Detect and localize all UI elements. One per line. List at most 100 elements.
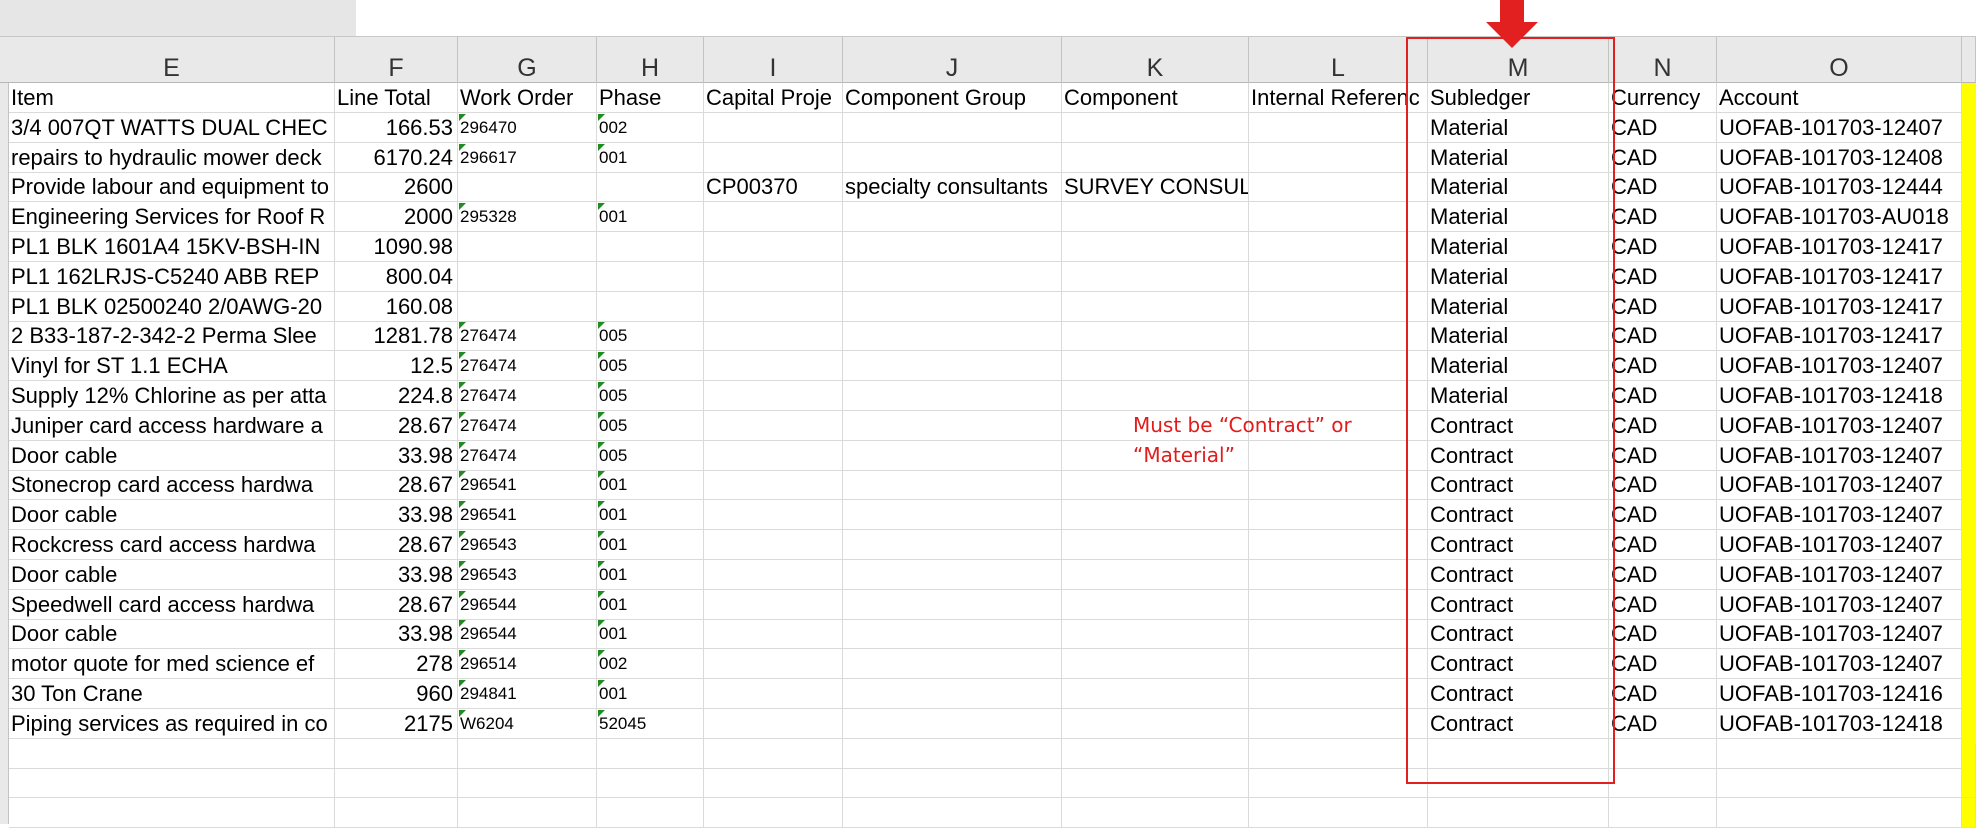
cell-acct[interactable]: UOFAB-101703-12417 — [1717, 232, 1962, 261]
cell-cur[interactable]: CAD — [1609, 559, 1717, 589]
cell-item[interactable]: Provide labour and equipment to — [9, 172, 335, 202]
cell-comp[interactable] — [1062, 708, 1249, 738]
cell-comp[interactable] — [1062, 351, 1249, 381]
cell-cur[interactable]: CAD — [1609, 142, 1717, 172]
column-header-e[interactable]: E — [9, 37, 335, 83]
cell-item[interactable]: Door cable — [9, 559, 335, 589]
cell-phase[interactable] — [597, 768, 704, 798]
cell-wo[interactable]: 294841 — [458, 679, 597, 708]
cell-item[interactable] — [9, 768, 335, 798]
cell-acct[interactable]: UOFAB-101703-12407 — [1717, 112, 1962, 142]
cell-cgroup[interactable] — [843, 679, 1062, 708]
header-cell-cgroup[interactable]: Component Group — [843, 83, 1062, 112]
cell-ref[interactable] — [1249, 619, 1428, 649]
cell-total[interactable]: 28.67 — [335, 589, 458, 619]
cell-item[interactable]: 30 Ton Crane — [9, 679, 335, 708]
cell-comp[interactable] — [1062, 232, 1249, 261]
cell-ref[interactable] — [1249, 768, 1428, 798]
cell-acct[interactable]: UOFAB-101703-12407 — [1717, 649, 1962, 679]
cell-ref[interactable] — [1249, 381, 1428, 410]
cell-phase[interactable]: 001 — [597, 679, 704, 708]
cell-wo[interactable]: 296514 — [458, 649, 597, 679]
cell-wo[interactable]: 276474 — [458, 440, 597, 470]
cell-ref[interactable] — [1249, 202, 1428, 232]
cell-cap[interactable] — [704, 619, 843, 649]
cell-phase[interactable]: 001 — [597, 559, 704, 589]
cell-phase[interactable]: 002 — [597, 112, 704, 142]
cell-item[interactable]: repairs to hydraulic mower deck — [9, 142, 335, 172]
cell-phase[interactable]: 005 — [597, 410, 704, 440]
cell-cur[interactable] — [1609, 798, 1717, 828]
cell-wo[interactable]: 295328 — [458, 202, 597, 232]
cell-acct[interactable]: UOFAB-101703-12407 — [1717, 559, 1962, 589]
cell-phase[interactable]: 52045 — [597, 708, 704, 738]
cell-cap[interactable] — [704, 530, 843, 559]
cell-cur[interactable]: CAD — [1609, 172, 1717, 202]
cell-cap[interactable] — [704, 381, 843, 410]
cell-ref[interactable] — [1249, 112, 1428, 142]
cell-total[interactable]: 33.98 — [335, 619, 458, 649]
cell-item[interactable]: Supply 12% Chlorine as per atta — [9, 381, 335, 410]
cell-wo[interactable]: 296544 — [458, 589, 597, 619]
cell-cap[interactable] — [704, 649, 843, 679]
cell-comp[interactable] — [1062, 500, 1249, 530]
header-cell-item[interactable]: Item — [9, 83, 335, 112]
cell-wo[interactable]: W6204 — [458, 708, 597, 738]
cell-total[interactable] — [335, 798, 458, 828]
cell-ref[interactable] — [1249, 351, 1428, 381]
cell-cgroup[interactable] — [843, 232, 1062, 261]
cell-ref[interactable] — [1249, 500, 1428, 530]
cell-phase[interactable]: 005 — [597, 440, 704, 470]
column-header-k[interactable]: K — [1062, 37, 1249, 83]
cell-cgroup[interactable] — [843, 738, 1062, 768]
column-header-f[interactable]: F — [335, 37, 458, 83]
cell-cur[interactable]: CAD — [1609, 351, 1717, 381]
cell-comp[interactable] — [1062, 679, 1249, 708]
cell-comp[interactable] — [1062, 291, 1249, 321]
cell-cap[interactable] — [704, 470, 843, 500]
cell-comp[interactable] — [1062, 321, 1249, 351]
cell-phase[interactable]: 001 — [597, 470, 704, 500]
cell-cgroup[interactable] — [843, 410, 1062, 440]
cell-wo[interactable] — [458, 291, 597, 321]
cell-comp[interactable] — [1062, 381, 1249, 410]
cell-ref[interactable] — [1249, 172, 1428, 202]
cell-cur[interactable]: CAD — [1609, 381, 1717, 410]
cell-extra[interactable] — [1962, 798, 1976, 828]
cell-comp[interactable]: SURVEY CONSULTANT — [1062, 172, 1249, 202]
cell-ref[interactable] — [1249, 589, 1428, 619]
cell-phase[interactable] — [597, 291, 704, 321]
cell-wo[interactable] — [458, 172, 597, 202]
cell-cap[interactable] — [704, 798, 843, 828]
cell-comp[interactable] — [1062, 768, 1249, 798]
cell-item[interactable]: motor quote for med science ef — [9, 649, 335, 679]
cell-ref[interactable] — [1249, 679, 1428, 708]
column-header-h[interactable]: H — [597, 37, 704, 83]
cell-cgroup[interactable] — [843, 559, 1062, 589]
cell-total[interactable]: 2000 — [335, 202, 458, 232]
cell-total[interactable] — [335, 738, 458, 768]
cell-cgroup[interactable] — [843, 649, 1062, 679]
cell-total[interactable]: 160.08 — [335, 291, 458, 321]
cell-total[interactable] — [335, 768, 458, 798]
header-cell-ref[interactable]: Internal Referenc — [1249, 83, 1428, 112]
cell-comp[interactable] — [1062, 112, 1249, 142]
cell-cgroup[interactable] — [843, 261, 1062, 291]
cell-cap[interactable] — [704, 351, 843, 381]
cell-cap[interactable] — [704, 232, 843, 261]
cell-cur[interactable]: CAD — [1609, 679, 1717, 708]
cell-comp[interactable] — [1062, 559, 1249, 589]
cell-cap[interactable] — [704, 202, 843, 232]
cell-phase[interactable]: 001 — [597, 202, 704, 232]
cell-cgroup[interactable] — [843, 202, 1062, 232]
cell-total[interactable]: 1090.98 — [335, 232, 458, 261]
cell-cur[interactable]: CAD — [1609, 410, 1717, 440]
column-header-g[interactable]: G — [458, 37, 597, 83]
cell-cur[interactable]: CAD — [1609, 649, 1717, 679]
cell-cur[interactable] — [1609, 768, 1717, 798]
cell-item[interactable]: Door cable — [9, 440, 335, 470]
cell-cap[interactable] — [704, 768, 843, 798]
cell-acct[interactable]: UOFAB-101703-12418 — [1717, 708, 1962, 738]
cell-item[interactable]: PL1 BLK 02500240 2/0AWG-20 — [9, 291, 335, 321]
cell-wo[interactable]: 296541 — [458, 500, 597, 530]
